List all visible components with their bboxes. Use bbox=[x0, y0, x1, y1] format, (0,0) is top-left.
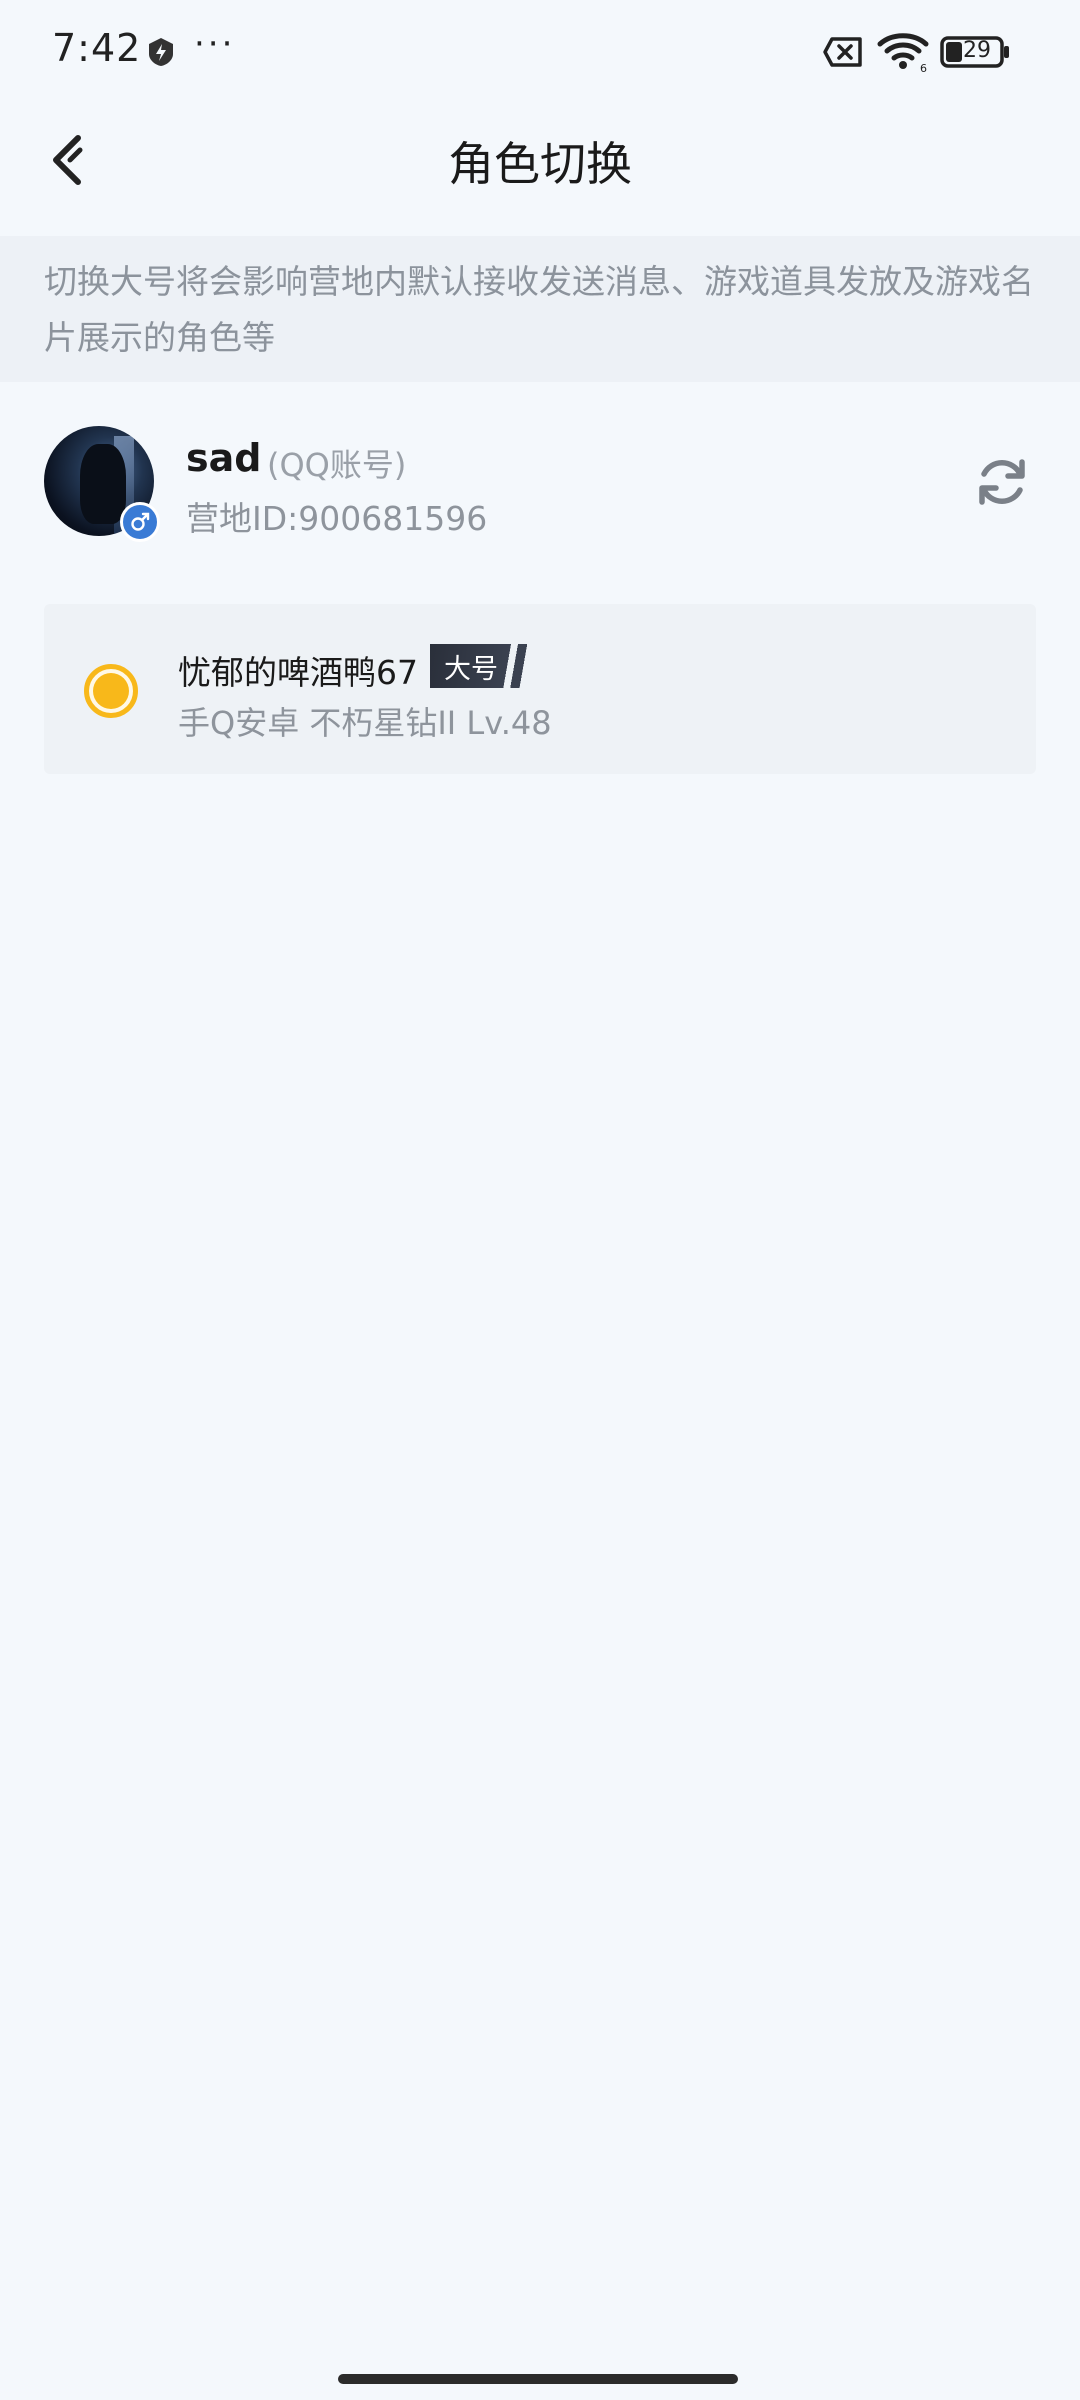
status-bar: 7:42 ··· 6 29 bbox=[0, 0, 1080, 100]
account-name: sad bbox=[186, 436, 262, 480]
male-gender-icon bbox=[120, 502, 160, 542]
switch-account-button[interactable] bbox=[970, 450, 1034, 514]
avatar-silhouette bbox=[80, 444, 126, 524]
battery-level: 29 bbox=[963, 38, 991, 63]
no-sim-icon bbox=[823, 37, 862, 67]
role-detail: 手Q安卓 不朽星钻II Lv.48 bbox=[178, 704, 552, 742]
status-time: 7:42 bbox=[52, 26, 142, 70]
wifi-icon: 6 bbox=[877, 33, 929, 72]
role-card[interactable]: 忧郁的啤酒鸭67 大号 手Q安卓 不朽星钻II Lv.48 bbox=[44, 604, 1036, 774]
notice-banner: 切换大号将会影响营地内默认接收发送消息、游戏道具发放及游戏名片展示的角色等 bbox=[0, 236, 1080, 382]
notice-text: 切换大号将会影响营地内默认接收发送消息、游戏道具发放及游戏名片展示的角色等 bbox=[44, 262, 1034, 357]
home-indicator[interactable] bbox=[338, 2374, 738, 2384]
radio-dot bbox=[93, 673, 129, 709]
role-radio-selected[interactable] bbox=[84, 664, 138, 718]
main-account-badge: 大号 bbox=[430, 644, 538, 688]
app-notification-icon bbox=[149, 38, 173, 66]
page-title: 角色切换 bbox=[448, 137, 632, 191]
account-id: 营地ID:900681596 bbox=[186, 499, 488, 538]
refresh-icon bbox=[979, 459, 1025, 505]
status-more-dots: ··· bbox=[194, 24, 236, 64]
account-type: (QQ账号) bbox=[267, 446, 407, 484]
nav-bar: 角色切换 bbox=[0, 100, 1080, 232]
svg-text:6: 6 bbox=[920, 62, 927, 72]
role-name: 忧郁的啤酒鸭67 bbox=[178, 653, 418, 692]
account-row: sad (QQ账号) 营地ID:900681596 bbox=[0, 410, 1080, 560]
